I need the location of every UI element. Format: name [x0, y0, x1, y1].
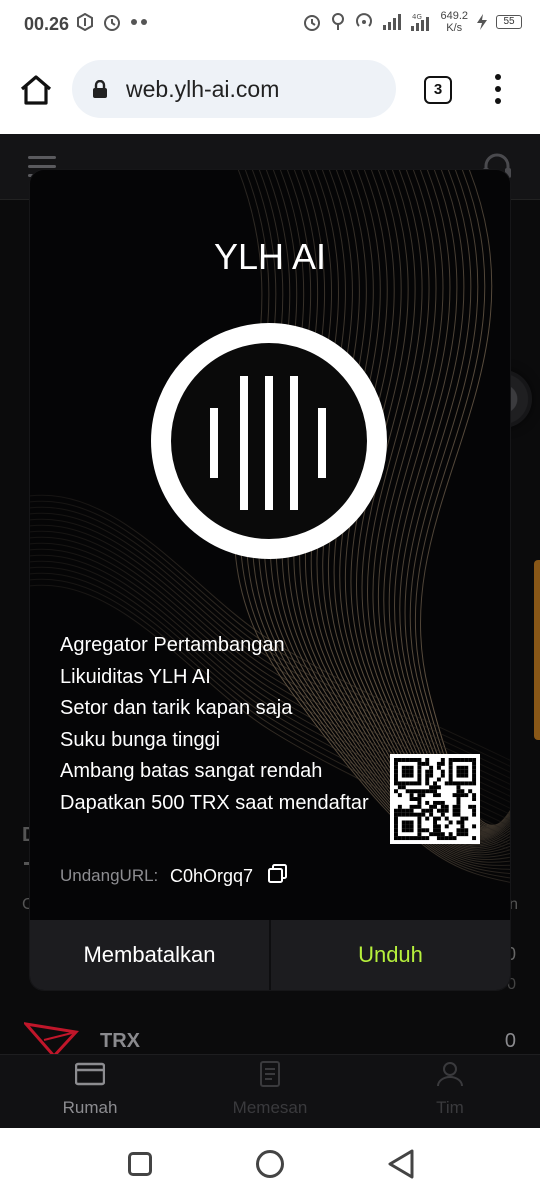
cancel-button[interactable]: Membatalkan — [30, 920, 269, 990]
charging-icon — [477, 14, 487, 30]
team-icon — [437, 1062, 463, 1087]
hotspot-icon — [356, 13, 373, 27]
signal-icon — [383, 14, 402, 30]
alarm-icon — [104, 15, 120, 31]
home-circle-icon[interactable] — [256, 1150, 284, 1178]
feature-list: Agregator Pertambangan Likuiditas YLH AI… — [60, 630, 369, 819]
nav-home[interactable]: Rumah — [30, 1061, 150, 1118]
status-time: 00.26 — [24, 14, 70, 34]
back-icon[interactable] — [386, 1148, 416, 1180]
address-bar[interactable]: web.ylh-ai.com — [72, 60, 396, 118]
status-right-icons: 4G 649.2 K/s 55 — [302, 10, 522, 34]
feature-line: Setor dan tarik kapan saja — [60, 697, 293, 719]
bottom-navigation: Rumah Memesan Tim — [0, 1054, 540, 1128]
nav-order-label: Memesan — [232, 1098, 308, 1117]
signal-4g-icon: 4G — [411, 13, 430, 31]
alarm-icon — [304, 15, 321, 31]
feature-line: Ambang batas sangat rendah — [60, 760, 323, 782]
feature-line: Agregator Pertambangan — [60, 634, 285, 656]
invite-code: C0hOrgq7 — [170, 866, 254, 886]
net-speed-value: 649.2 — [440, 10, 468, 22]
nav-order[interactable]: Memesan — [210, 1061, 330, 1118]
net-speed: 649.2 K/s — [440, 10, 468, 34]
feature-line: Dapatkan 500 TRX saat mendaftar — [60, 791, 369, 814]
nav-home-label: Rumah — [62, 1098, 118, 1117]
modal-title: YLH AI — [213, 236, 327, 277]
coin-balance: 0 — [504, 1030, 516, 1052]
invite-modal: YLH AI Agregator Pertambangan Likuiditas… — [30, 170, 510, 990]
tron-logo-icon — [24, 1022, 79, 1058]
status-left-icons — [76, 12, 150, 32]
browser-menu-icon[interactable] — [488, 74, 508, 108]
hexagon-icon — [77, 13, 93, 31]
download-button[interactable]: Unduh — [271, 920, 510, 990]
battery-icon: 55 — [496, 15, 522, 29]
feature-line: Likuiditas YLH AI — [60, 665, 211, 688]
side-accent — [534, 560, 540, 740]
bulb-icon — [332, 13, 345, 30]
invite-label: UndangURL: — [60, 866, 159, 885]
ylh-logo — [151, 323, 387, 559]
home-icon[interactable] — [18, 72, 54, 108]
column-fragment-right: n — [509, 896, 518, 913]
lock-icon — [93, 80, 107, 98]
document-icon — [260, 1061, 280, 1087]
more-dots-icon — [131, 19, 147, 25]
wallet-icon — [74, 1062, 106, 1086]
feature-line: Suku bunga tinggi — [60, 728, 221, 751]
net-speed-unit: K/s — [446, 22, 463, 34]
recents-icon[interactable] — [128, 1152, 152, 1176]
coin-name: TRX — [100, 1030, 140, 1052]
qr-code — [390, 754, 480, 844]
browser-toolbar: web.ylh-ai.com 3 — [0, 48, 540, 134]
nav-team-label: Tim — [436, 1098, 464, 1117]
tab-count-button[interactable]: 3 — [424, 76, 452, 104]
copy-icon[interactable] — [268, 864, 288, 884]
nav-team[interactable]: Tim — [390, 1061, 510, 1118]
modal-actions: Membatalkan Unduh — [30, 920, 510, 990]
system-navigation-bar — [0, 1128, 540, 1200]
svg-text:4G: 4G — [412, 13, 422, 21]
status-bar: 00.26 4G 649.2 K/s 55 — [0, 0, 540, 48]
url-text: web.ylh-ai.com — [126, 76, 280, 102]
